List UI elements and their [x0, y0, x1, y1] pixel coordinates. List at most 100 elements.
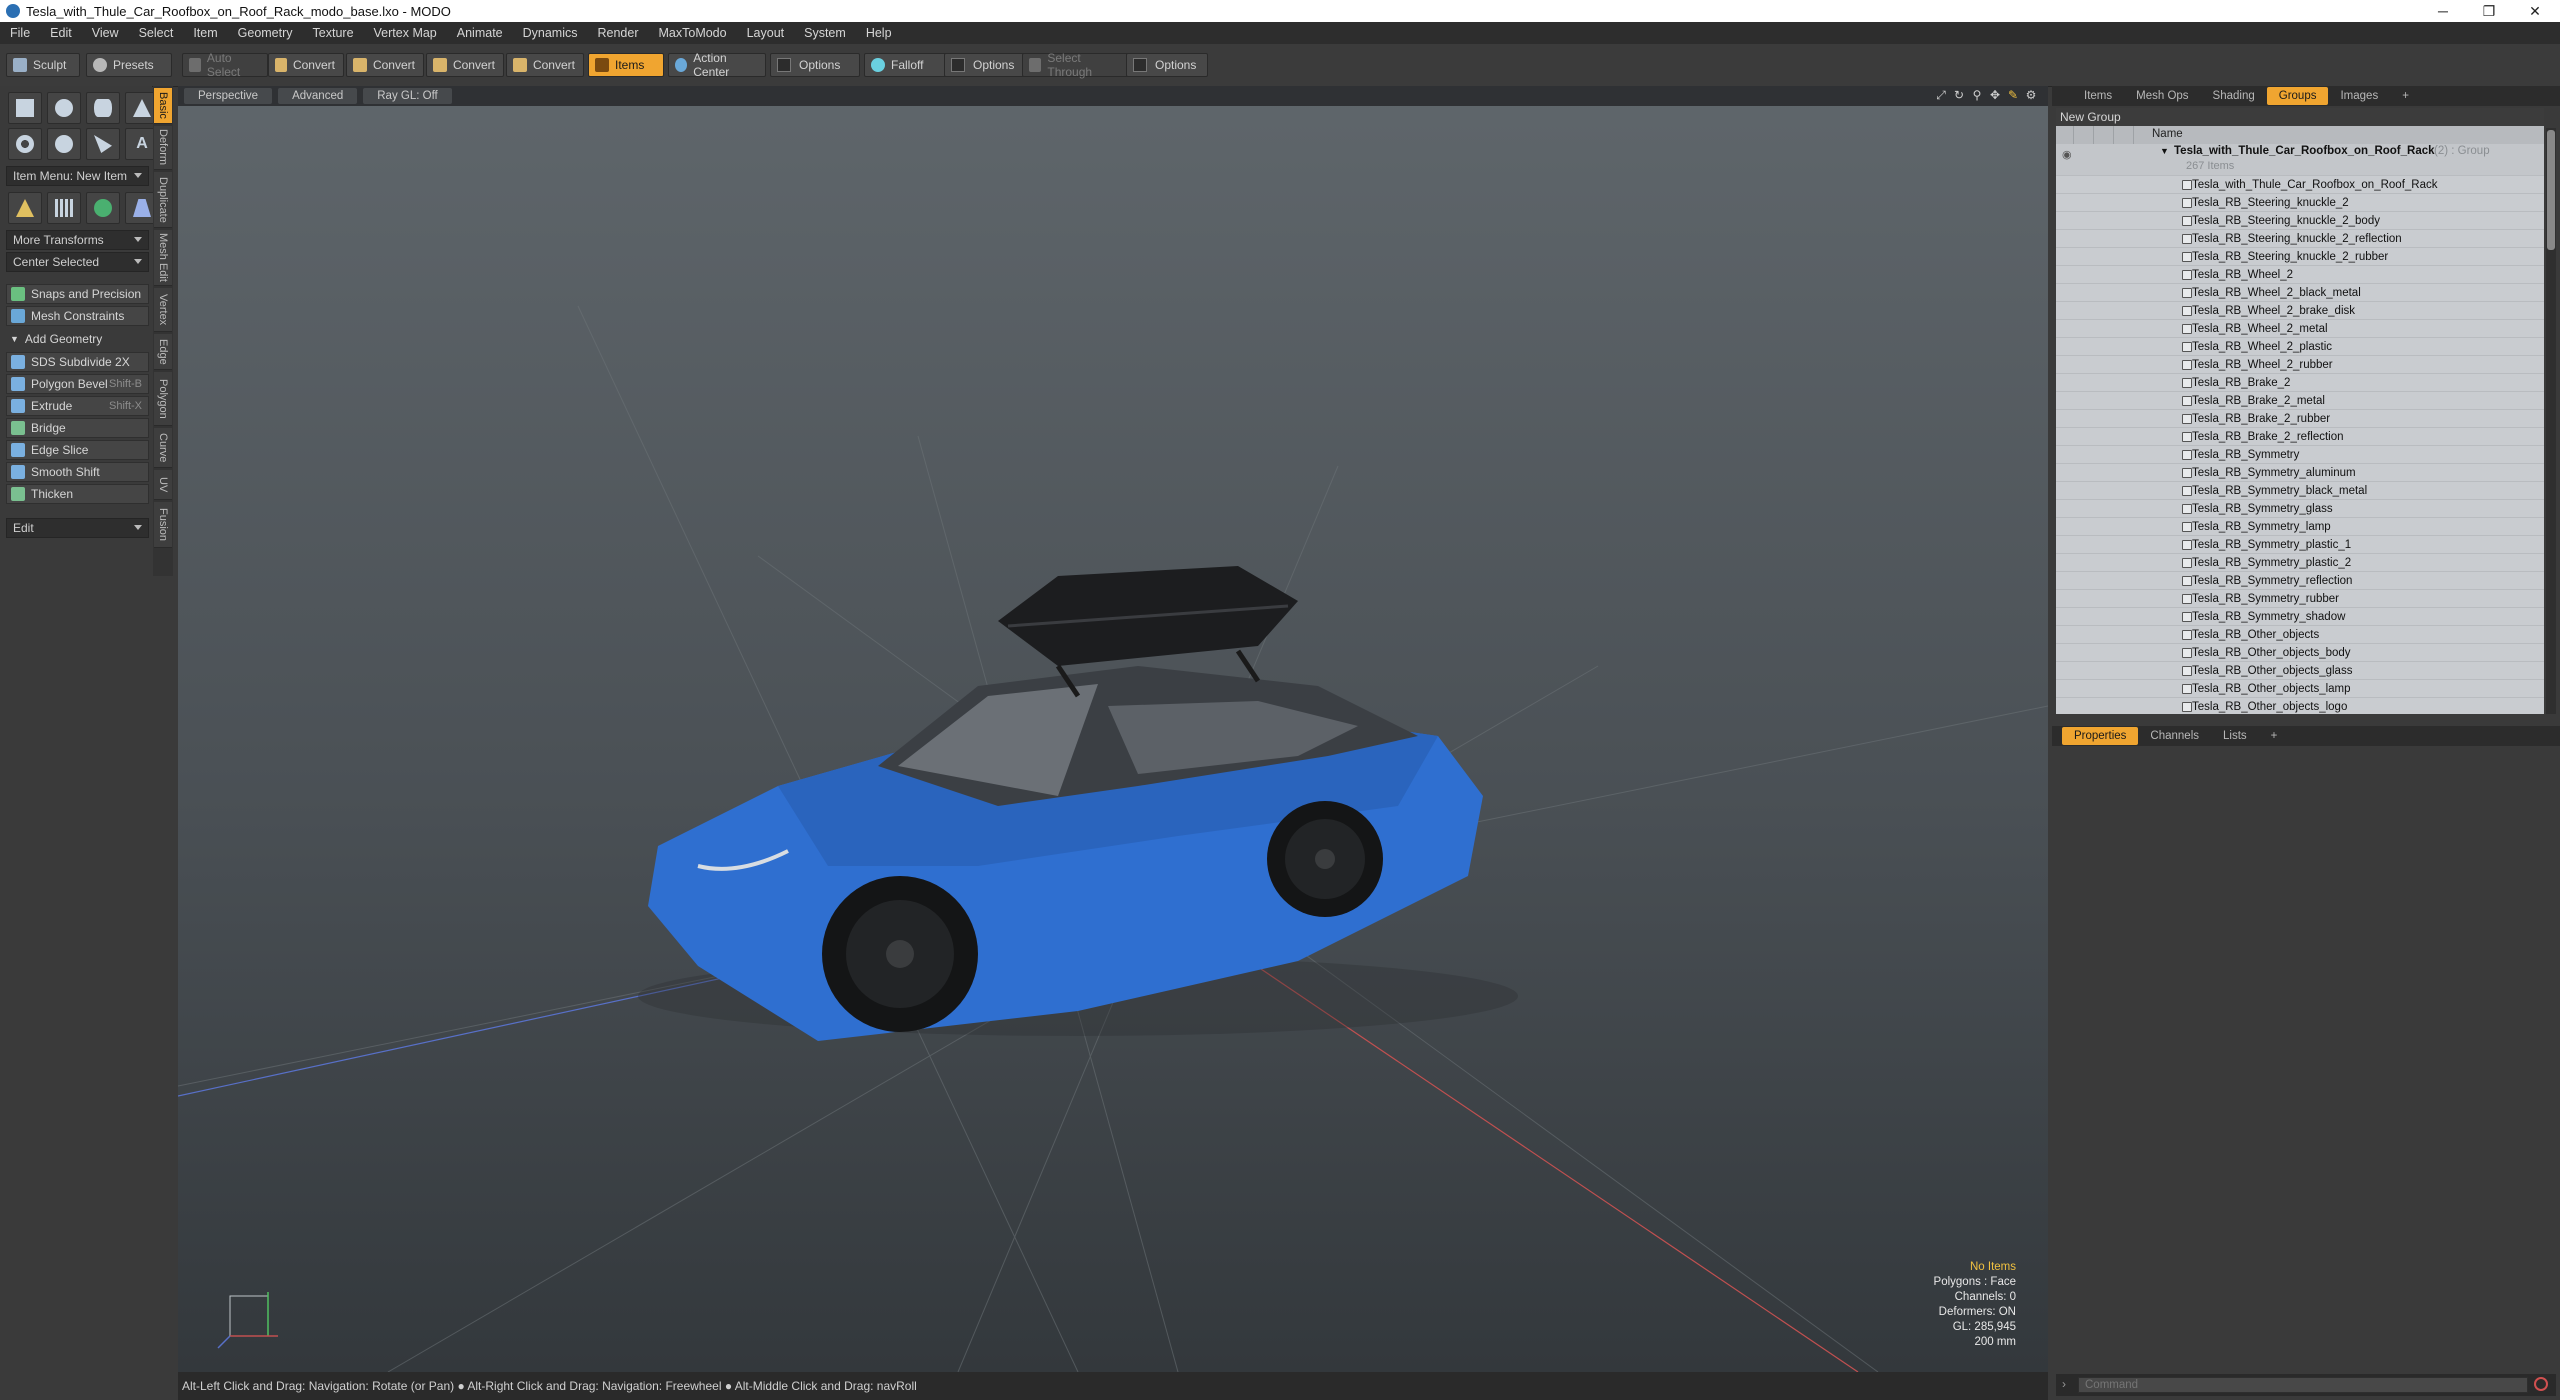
bridge-button[interactable]: Bridge — [6, 418, 149, 438]
lock-column-icon[interactable] — [2096, 126, 2114, 144]
capsule-tool[interactable] — [47, 128, 81, 160]
menu-geometry[interactable]: Geometry — [228, 26, 303, 40]
tab-polygon[interactable]: Polygon — [154, 372, 172, 426]
presets-button[interactable]: Presets — [86, 53, 172, 77]
tab-mesh-edit[interactable]: Mesh Edit — [154, 230, 172, 286]
cylinder-tool[interactable] — [86, 92, 120, 124]
3d-viewport[interactable]: Perspective Advanced Ray GL: Off ⤢ ↻ ⚲ ✥… — [178, 86, 2048, 1372]
group-item-row[interactable]: Tesla_RB_Symmetry_plastic_2 — [2056, 554, 2544, 572]
menu-render[interactable]: Render — [588, 26, 649, 40]
group-item-row[interactable]: Tesla_RB_Symmetry_plastic_1 — [2056, 536, 2544, 554]
group-item-row[interactable]: Tesla_RB_Other_objects_glass — [2056, 662, 2544, 680]
more-transforms-dropdown[interactable]: More Transforms — [6, 230, 149, 250]
tab-fusion[interactable]: Fusion — [154, 502, 172, 548]
tab-duplicate[interactable]: Duplicate — [154, 172, 172, 228]
convert-vertices-button[interactable]: Convert — [268, 53, 344, 77]
brush-view-icon[interactable]: ✎ — [2006, 88, 2020, 102]
add-tab-button[interactable]: + — [2259, 727, 2290, 745]
add-tab-button[interactable]: + — [2390, 87, 2421, 105]
extrude-button[interactable]: Extrude Shift-X — [6, 396, 149, 416]
tab-lists[interactable]: Lists — [2211, 727, 2259, 745]
pen-tool[interactable] — [86, 128, 120, 160]
tab-images[interactable]: Images — [2328, 87, 2390, 105]
group-item-row[interactable]: Tesla_RB_Symmetry_lamp — [2056, 518, 2544, 536]
tab-properties[interactable]: Properties — [2062, 727, 2139, 745]
tab-uv[interactable]: UV — [154, 470, 172, 500]
tab-items[interactable]: Items — [2072, 87, 2124, 105]
group-item-row[interactable]: Tesla_RB_Wheel_2_black_metal — [2056, 284, 2544, 302]
sphere-tool[interactable] — [47, 92, 81, 124]
group-item-row[interactable]: Tesla_RB_Brake_2 — [2056, 374, 2544, 392]
menu-edit[interactable]: Edit — [40, 26, 82, 40]
convert-polygons-button[interactable]: Convert — [426, 53, 504, 77]
group-item-row[interactable]: Tesla_RB_Other_objects_logo — [2056, 698, 2544, 714]
tab-channels[interactable]: Channels — [2138, 727, 2211, 745]
sds-subdivide-button[interactable]: SDS Subdivide 2X — [6, 352, 149, 372]
group-item-row[interactable]: Tesla_RB_Steering_knuckle_2 — [2056, 194, 2544, 212]
scrollbar-thumb[interactable] — [2547, 130, 2555, 250]
menu-dynamics[interactable]: Dynamics — [513, 26, 588, 40]
tab-mesh-ops[interactable]: Mesh Ops — [2124, 87, 2200, 105]
group-item-row[interactable]: Tesla_RB_Steering_knuckle_2_reflection — [2056, 230, 2544, 248]
menu-item[interactable]: Item — [183, 26, 227, 40]
maximize-button[interactable]: ❐ — [2466, 0, 2512, 22]
visibility-column-icon[interactable] — [2056, 126, 2074, 144]
tab-vertex[interactable]: Vertex — [154, 288, 172, 332]
group-item-row[interactable]: Tesla_RB_Other_objects_body — [2056, 644, 2544, 662]
menu-help[interactable]: Help — [856, 26, 902, 40]
perspective-view-tab[interactable]: Perspective — [184, 88, 273, 104]
render-column-icon[interactable] — [2076, 126, 2094, 144]
shading-advanced-tab[interactable]: Advanced — [278, 88, 358, 104]
triangle-down-icon[interactable]: ▼ — [2160, 146, 2169, 156]
select-through-options-button[interactable]: Options — [1126, 53, 1208, 77]
menu-select[interactable]: Select — [129, 26, 184, 40]
eye-icon[interactable]: ◉ — [2062, 148, 2072, 161]
menu-view[interactable]: View — [82, 26, 129, 40]
tab-shading[interactable]: Shading — [2201, 87, 2267, 105]
action-center-button[interactable]: Action Center — [668, 51, 766, 79]
group-item-row[interactable]: Tesla_RB_Brake_2_metal — [2056, 392, 2544, 410]
torus-tool[interactable] — [8, 128, 42, 160]
menu-layout[interactable]: Layout — [737, 26, 795, 40]
action-center-options-button[interactable]: Options — [770, 53, 860, 77]
select-column-icon[interactable] — [2116, 126, 2134, 144]
polygon-bevel-button[interactable]: Polygon Bevel Shift-B — [6, 374, 149, 394]
add-geometry-section[interactable]: ▼ Add Geometry — [6, 330, 149, 348]
new-group-button[interactable]: New Group — [2056, 108, 2544, 126]
thicken-button[interactable]: Thicken — [6, 484, 149, 504]
ray-gl-tab[interactable]: Ray GL: Off — [363, 88, 452, 104]
mesh-constraints-button[interactable]: Mesh Constraints — [6, 306, 149, 326]
group-item-row[interactable]: Tesla_RB_Wheel_2_brake_disk — [2056, 302, 2544, 320]
cube-tool[interactable] — [8, 92, 42, 124]
edge-slice-button[interactable]: Edge Slice — [6, 440, 149, 460]
group-item-row[interactable]: Tesla_RB_Brake_2_reflection — [2056, 428, 2544, 446]
snaps-precision-button[interactable]: Snaps and Precision — [6, 284, 149, 304]
record-icon[interactable] — [2534, 1377, 2548, 1391]
falloff-button[interactable]: Falloff — [864, 53, 946, 77]
smooth-shift-button[interactable]: Smooth Shift — [6, 462, 149, 482]
grid-tool[interactable] — [47, 192, 81, 224]
menu-maxtomodo[interactable]: MaxToModo — [649, 26, 737, 40]
sculpt-button[interactable]: Sculpt — [6, 53, 80, 77]
group-item-row[interactable]: Tesla_RB_Symmetry_shadow — [2056, 608, 2544, 626]
options-checkbox[interactable] — [777, 58, 791, 72]
move-tool[interactable] — [8, 192, 42, 224]
pan-view-icon[interactable]: ✥ — [1988, 88, 2002, 102]
tab-deform[interactable]: Deform — [154, 126, 172, 170]
gear-icon[interactable]: ⚙ — [2024, 88, 2038, 102]
options-checkbox[interactable] — [951, 58, 965, 72]
close-button[interactable]: ✕ — [2512, 0, 2558, 22]
group-item-row[interactable]: Tesla_RB_Wheel_2_metal — [2056, 320, 2544, 338]
fit-view-icon[interactable]: ⤢ — [1934, 88, 1948, 102]
zoom-view-icon[interactable]: ⚲ — [1970, 88, 1984, 102]
group-row[interactable]: ◉ ▼ Tesla_with_Thule_Car_Roofbox_on_Roof… — [2056, 144, 2544, 176]
menu-texture[interactable]: Texture — [303, 26, 364, 40]
tab-edge[interactable]: Edge — [154, 334, 172, 370]
items-mode-button[interactable]: Items — [588, 53, 664, 77]
groups-scrollbar[interactable] — [2546, 128, 2556, 714]
car-model[interactable] — [638, 566, 1518, 1041]
group-item-row[interactable]: Tesla_RB_Brake_2_rubber — [2056, 410, 2544, 428]
menu-file[interactable]: File — [0, 26, 40, 40]
menu-system[interactable]: System — [794, 26, 856, 40]
auto-select-button[interactable]: Auto Select — [182, 51, 268, 79]
